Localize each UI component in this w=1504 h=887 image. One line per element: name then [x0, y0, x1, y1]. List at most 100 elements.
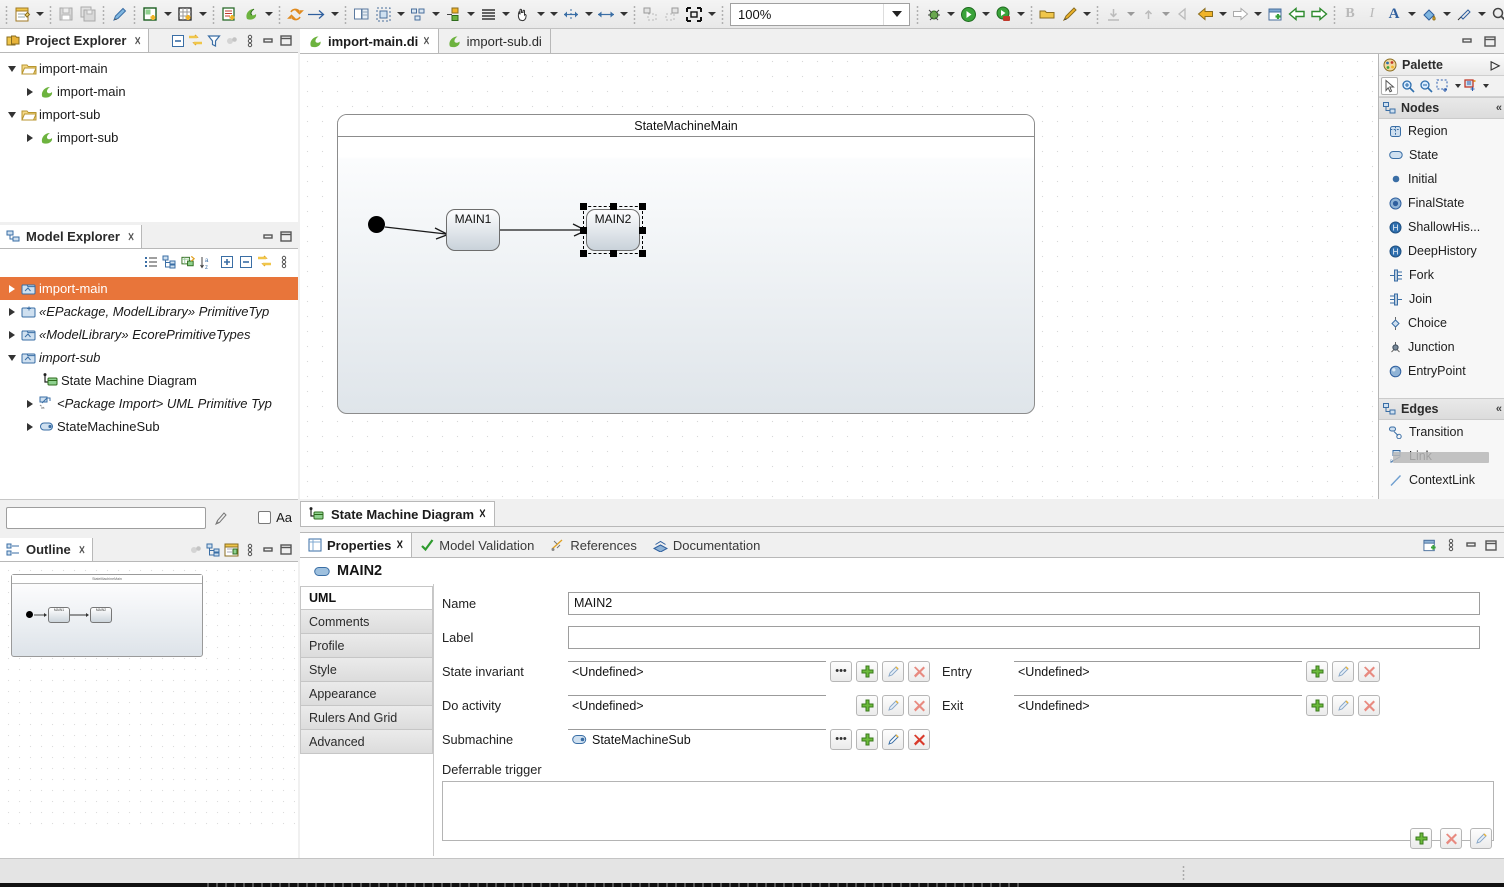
next-annotation-icon[interactable] — [1308, 3, 1330, 25]
ptab-uml[interactable]: UML — [300, 586, 433, 610]
run-icon[interactable] — [957, 3, 979, 25]
tab-project-explorer[interactable]: Project Explorer ☓ — [0, 29, 149, 52]
save-icon[interactable] — [55, 3, 77, 25]
palette-item-finalstate[interactable]: FinalState — [1379, 191, 1504, 215]
maximize-icon[interactable] — [1482, 536, 1499, 554]
collapse-chevron-icon[interactable]: « — [1496, 102, 1502, 114]
new-model-icon[interactable] — [218, 3, 240, 25]
text-align-dropdown-arrow[interactable] — [499, 3, 512, 25]
forward-arrow-icon[interactable] — [1229, 3, 1251, 25]
run-dropdown-arrow[interactable] — [979, 3, 992, 25]
twisty-closed-icon[interactable] — [22, 400, 38, 408]
palette-item-deephistory[interactable]: H DeepHistory — [1379, 239, 1504, 263]
add-green-plus-button[interactable] — [856, 694, 878, 716]
toolbar-grip-8[interactable] — [632, 4, 637, 24]
tree-layout-icon[interactable] — [161, 253, 178, 271]
list-icon[interactable] — [142, 253, 159, 271]
tree-outline-icon[interactable] — [205, 541, 222, 559]
minimize-icon[interactable] — [259, 228, 276, 246]
add-green-plus-button[interactable] — [1306, 694, 1328, 716]
zoom-out-icon[interactable] — [1417, 77, 1434, 95]
tree-row[interactable]: import-main — [0, 57, 298, 80]
tree-row-selected[interactable]: import-main — [0, 277, 298, 300]
palette-expand-icon[interactable]: ▷ — [1491, 58, 1500, 72]
browse-ellipsis-button[interactable]: ••• — [830, 660, 852, 682]
edit-pencil-button[interactable] — [1470, 828, 1492, 849]
palette-item-contextlink[interactable]: ContextLink — [1379, 468, 1504, 492]
twisty-closed-icon[interactable] — [4, 308, 20, 316]
fill-color-dropdown-arrow[interactable] — [1440, 3, 1453, 25]
step-out-icon[interactable] — [1137, 3, 1159, 25]
resize-handle-n[interactable] — [609, 203, 617, 210]
profile-dropdown-arrow[interactable] — [1014, 3, 1027, 25]
maximize-icon[interactable] — [277, 541, 294, 559]
name-input[interactable]: MAIN2 — [568, 591, 1480, 615]
fill-color-icon[interactable] — [1418, 3, 1440, 25]
hand-tool-icon[interactable] — [512, 3, 534, 25]
papyrus-dropdown-arrow[interactable] — [262, 3, 275, 25]
do-activity-input[interactable]: <Undefined> — [568, 694, 826, 716]
font-color-dropdown-arrow[interactable] — [1405, 3, 1418, 25]
zoom-in-icon[interactable] — [1399, 77, 1416, 95]
fit-width-icon[interactable] — [595, 3, 617, 25]
initial-state-node[interactable] — [368, 216, 385, 233]
sync-icon[interactable] — [256, 253, 273, 271]
sort-az-icon[interactable]: az — [199, 253, 216, 271]
select-tool-icon[interactable] — [1381, 77, 1398, 95]
debug-icon[interactable] — [922, 3, 944, 25]
overflow-arrow-1[interactable] — [547, 3, 560, 25]
palette-item-fork[interactable]: Fork — [1379, 263, 1504, 287]
focus-icon[interactable] — [223, 32, 240, 50]
outline-thumbnail-canvas[interactable]: StateMachineMain MAIN1 MAIN2 — [3, 565, 295, 833]
ptab-advanced[interactable]: Advanced — [300, 730, 433, 754]
select-all-icon[interactable] — [372, 3, 394, 25]
twisty-closed-icon[interactable] — [22, 423, 38, 431]
label-input[interactable] — [568, 625, 1480, 649]
state-node-main1[interactable]: MAIN1 — [446, 209, 500, 251]
minimize-icon[interactable] — [1458, 32, 1475, 50]
palette-item-entrypoint[interactable]: EntryPoint — [1379, 359, 1504, 383]
note-attachment-icon[interactable] — [1463, 77, 1480, 95]
tree-row[interactable]: «ModelLibrary» EcorePrimitiveTypes — [0, 323, 298, 346]
close-icon[interactable]: ☓ — [479, 506, 486, 522]
model-explorer-tree[interactable]: import-main «EPackage, ModelLibrary» Pri… — [0, 275, 298, 438]
status-bar-grip[interactable] — [1182, 865, 1187, 881]
view-menu-icon[interactable] — [1442, 536, 1459, 554]
step-into-icon[interactable] — [1102, 3, 1124, 25]
add-green-plus-button[interactable] — [1410, 828, 1432, 849]
new-wizard-icon[interactable] — [11, 3, 33, 25]
new-table-dropdown-arrow[interactable] — [196, 3, 209, 25]
project-explorer-tree[interactable]: import-main import-main import-sub impor… — [0, 53, 298, 149]
bold-icon[interactable]: B — [1339, 3, 1361, 25]
resize-handle-s[interactable] — [609, 250, 617, 257]
tree-row[interactable]: import-sub — [0, 126, 298, 149]
paintbrush-dropdown-arrow[interactable] — [1080, 3, 1093, 25]
ptab-rulers-and-grid[interactable]: Rulers And Grid — [300, 706, 433, 730]
refresh-sync-icon[interactable] — [284, 3, 306, 25]
new-window-icon[interactable] — [1264, 3, 1286, 25]
twisty-closed-icon[interactable] — [22, 134, 38, 142]
resize-handle-w[interactable] — [580, 226, 587, 234]
minimize-icon[interactable] — [259, 541, 276, 559]
back-arrow-icon[interactable] — [1194, 3, 1216, 25]
step-into-dropdown-arrow[interactable] — [1124, 3, 1137, 25]
toolbar-grip-10[interactable] — [915, 4, 920, 24]
toolbar-grip-12[interactable] — [1095, 4, 1100, 24]
toolbar-grip-5[interactable] — [211, 4, 216, 24]
edit-pencil-button[interactable] — [882, 694, 904, 716]
ptab-appearance[interactable]: Appearance — [300, 682, 433, 706]
new-wizard-dropdown-arrow[interactable] — [33, 3, 46, 25]
papyrus-icon[interactable] — [240, 3, 262, 25]
tree-row[interactable]: import-sub — [0, 103, 298, 126]
palette-item-region[interactable]: Region — [1379, 119, 1504, 143]
maximize-icon[interactable] — [1481, 32, 1498, 50]
close-icon[interactable]: ☓ — [396, 537, 403, 553]
resize-handle-ne[interactable] — [639, 203, 646, 210]
open-folder-icon[interactable] — [1036, 3, 1058, 25]
distribute-dropdown-arrow[interactable] — [429, 3, 442, 25]
overview-icon[interactable] — [223, 541, 240, 559]
expand-all-icon[interactable] — [218, 253, 235, 271]
focus-icon[interactable] — [187, 541, 204, 559]
search-icon[interactable] — [1488, 3, 1504, 25]
note-dropdown-arrow[interactable] — [1481, 77, 1490, 95]
